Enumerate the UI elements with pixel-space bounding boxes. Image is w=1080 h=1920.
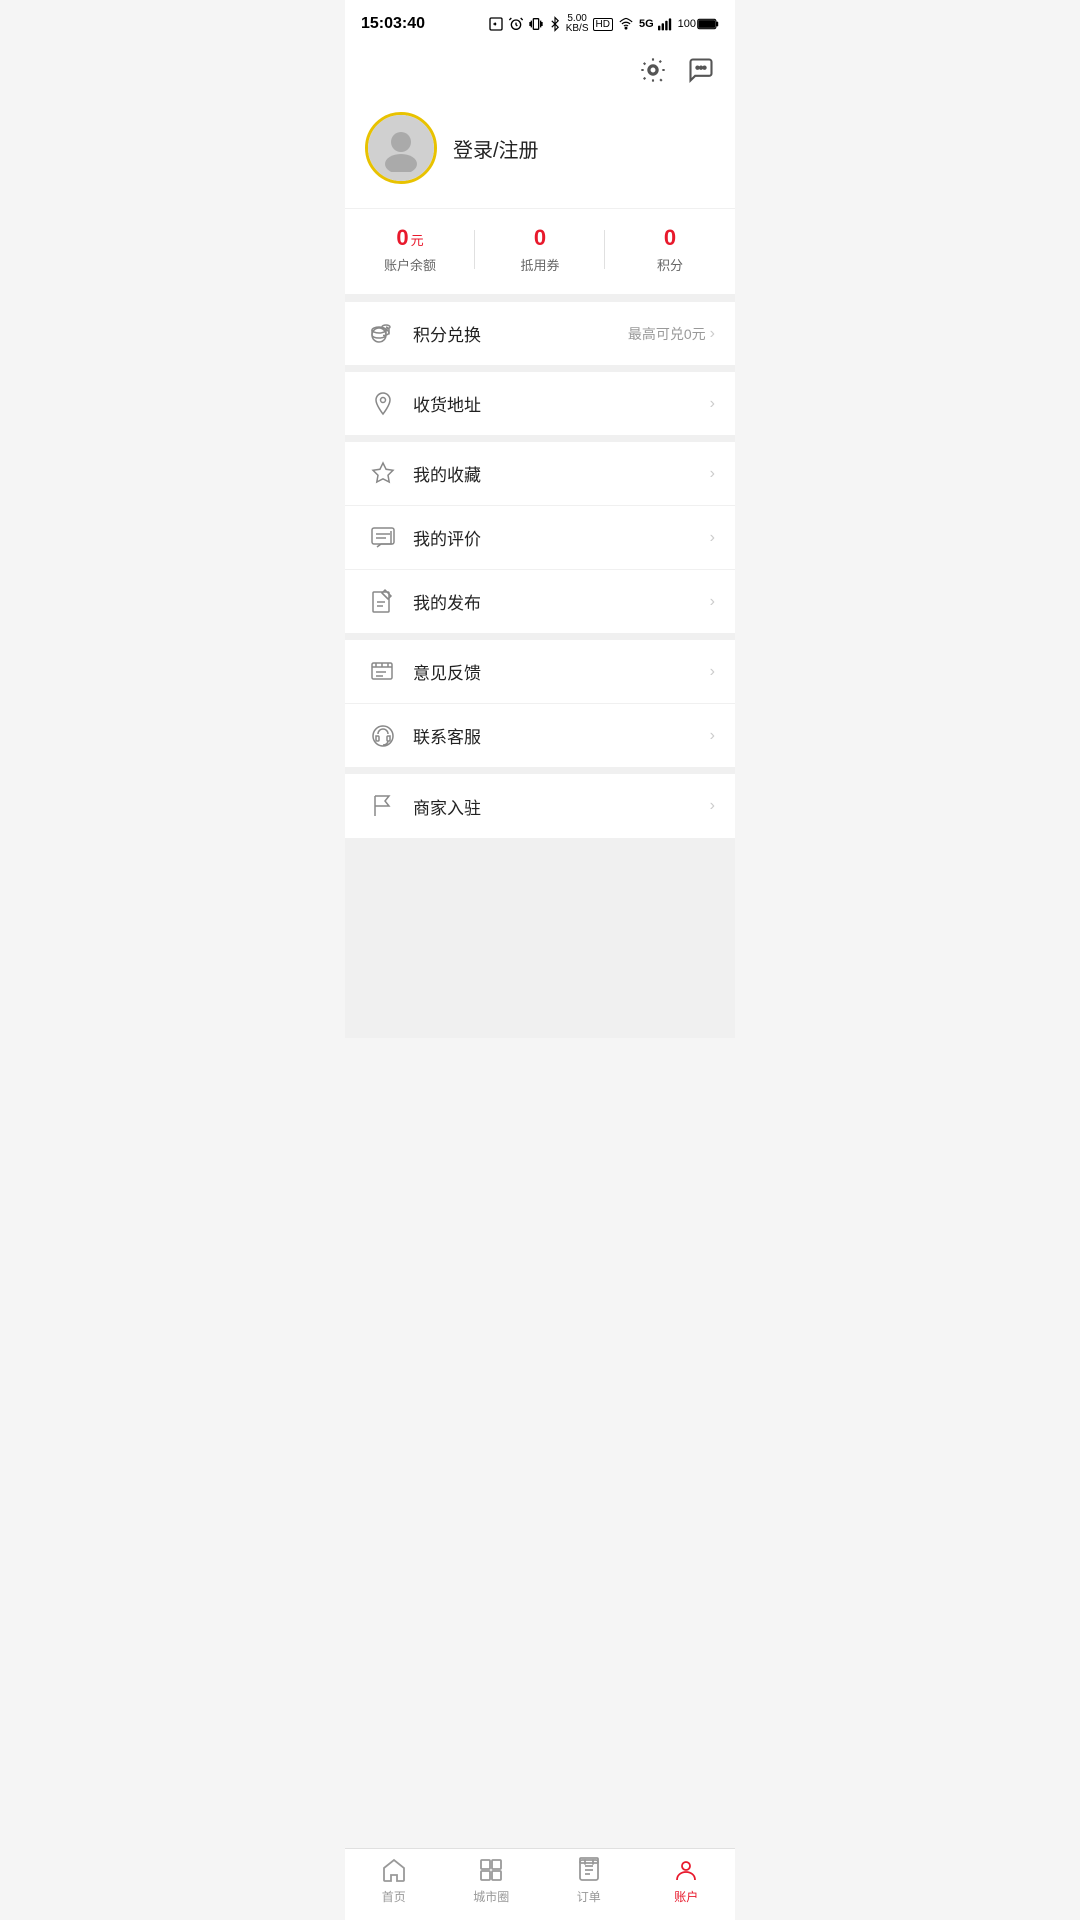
top-action-bar bbox=[345, 44, 735, 96]
orders-icon bbox=[575, 1856, 603, 1884]
menu-item-reviews[interactable]: 我的评价 › bbox=[345, 506, 735, 570]
stats-row: 0元 账户余额 0 抵用券 0 积分 bbox=[345, 208, 735, 294]
location-icon bbox=[365, 386, 401, 422]
shipping-address-arrow: › bbox=[710, 395, 715, 413]
menu-item-posts[interactable]: 我的发布 › bbox=[345, 570, 735, 634]
section-divider-1 bbox=[345, 294, 735, 302]
coupon-value: 0 bbox=[475, 225, 605, 251]
avatar-image bbox=[368, 115, 434, 181]
account-icon bbox=[672, 1856, 700, 1884]
menu-section: 积分兑换 最高可兑0元 › 收货地址 › 我的收藏 › bbox=[345, 302, 735, 838]
coupon-stat[interactable]: 0 抵用券 bbox=[475, 225, 605, 274]
bluetooth-icon bbox=[548, 16, 562, 32]
message-button[interactable] bbox=[683, 52, 719, 88]
wifi-icon bbox=[617, 17, 635, 31]
tab-city-circle[interactable]: 城市圈 bbox=[443, 1849, 541, 1912]
vibrate-icon bbox=[528, 16, 544, 32]
feedback-icon bbox=[365, 654, 401, 690]
flag-icon bbox=[365, 788, 401, 824]
balance-value: 0元 bbox=[345, 225, 475, 251]
merchant-join-label: 商家入驻 bbox=[413, 794, 710, 819]
merchant-join-arrow: › bbox=[710, 797, 715, 815]
favorites-arrow: › bbox=[710, 465, 715, 483]
profile-section[interactable]: 登录/注册 bbox=[345, 96, 735, 208]
feedback-label: 意见反馈 bbox=[413, 659, 710, 684]
alarm-icon bbox=[508, 16, 524, 32]
points-exchange-extra: 最高可兑0元 bbox=[628, 324, 706, 344]
default-avatar-icon bbox=[377, 124, 425, 172]
menu-item-customer-service[interactable]: 联系客服 › bbox=[345, 704, 735, 768]
balance-label: 账户余额 bbox=[345, 255, 475, 274]
posts-label: 我的发布 bbox=[413, 589, 710, 614]
tab-bar: 首页 城市圈 订单 bbox=[345, 1848, 735, 1920]
5g-badge-1: 5G bbox=[639, 18, 654, 30]
hd-badge: HD bbox=[593, 18, 613, 31]
star-icon bbox=[365, 456, 401, 492]
speed-indicator: 5.00KB/S bbox=[566, 14, 589, 34]
tab-account-label: 账户 bbox=[674, 1888, 698, 1905]
avatar[interactable] bbox=[365, 112, 437, 184]
status-time: 15:03:40 bbox=[361, 15, 425, 33]
login-register-button[interactable]: 登录/注册 bbox=[453, 134, 539, 163]
menu-item-feedback[interactable]: 意见反馈 › bbox=[345, 640, 735, 704]
shipping-address-label: 收货地址 bbox=[413, 391, 710, 416]
tab-account[interactable]: 账户 bbox=[638, 1849, 736, 1912]
status-icons: 5.00KB/S HD 5G 100 bbox=[488, 14, 719, 34]
battery-icon bbox=[697, 18, 719, 30]
comment-icon bbox=[365, 520, 401, 556]
favorites-label: 我的收藏 bbox=[413, 461, 710, 486]
tab-city-circle-label: 城市圈 bbox=[473, 1888, 509, 1905]
city-circle-icon bbox=[477, 1856, 505, 1884]
customer-service-label: 联系客服 bbox=[413, 723, 710, 748]
points-label: 积分 bbox=[605, 255, 735, 274]
points-value: 0 bbox=[605, 225, 735, 251]
posts-arrow: › bbox=[710, 593, 715, 611]
points-stat[interactable]: 0 积分 bbox=[605, 225, 735, 274]
feedback-arrow: › bbox=[710, 663, 715, 681]
settings-button[interactable] bbox=[635, 52, 671, 88]
reviews-label: 我的评价 bbox=[413, 525, 710, 550]
customer-service-arrow: › bbox=[710, 727, 715, 745]
edit-icon bbox=[365, 584, 401, 620]
coins-icon bbox=[365, 316, 401, 352]
menu-item-favorites[interactable]: 我的收藏 › bbox=[345, 442, 735, 506]
menu-item-merchant-join[interactable]: 商家入驻 › bbox=[345, 774, 735, 838]
tab-orders-label: 订单 bbox=[577, 1888, 601, 1905]
signal-bars bbox=[658, 17, 674, 31]
nfc-icon bbox=[488, 16, 504, 32]
tab-home-label: 首页 bbox=[382, 1888, 406, 1905]
status-bar: 15:03:40 5.00KB/S HD 5G 100 bbox=[345, 0, 735, 44]
tab-orders[interactable]: 订单 bbox=[540, 1849, 638, 1912]
balance-stat[interactable]: 0元 账户余额 bbox=[345, 225, 475, 274]
menu-item-shipping-address[interactable]: 收货地址 › bbox=[345, 372, 735, 436]
points-exchange-arrow: › bbox=[710, 325, 715, 343]
gray-area bbox=[345, 838, 735, 1038]
reviews-arrow: › bbox=[710, 529, 715, 547]
home-icon bbox=[380, 1856, 408, 1884]
battery-indicator: 100 bbox=[678, 18, 719, 30]
coupon-label: 抵用券 bbox=[475, 255, 605, 274]
tab-home[interactable]: 首页 bbox=[345, 1849, 443, 1912]
points-exchange-label: 积分兑换 bbox=[413, 321, 628, 346]
customer-service-icon bbox=[365, 718, 401, 754]
menu-item-points-exchange[interactable]: 积分兑换 最高可兑0元 › bbox=[345, 302, 735, 366]
